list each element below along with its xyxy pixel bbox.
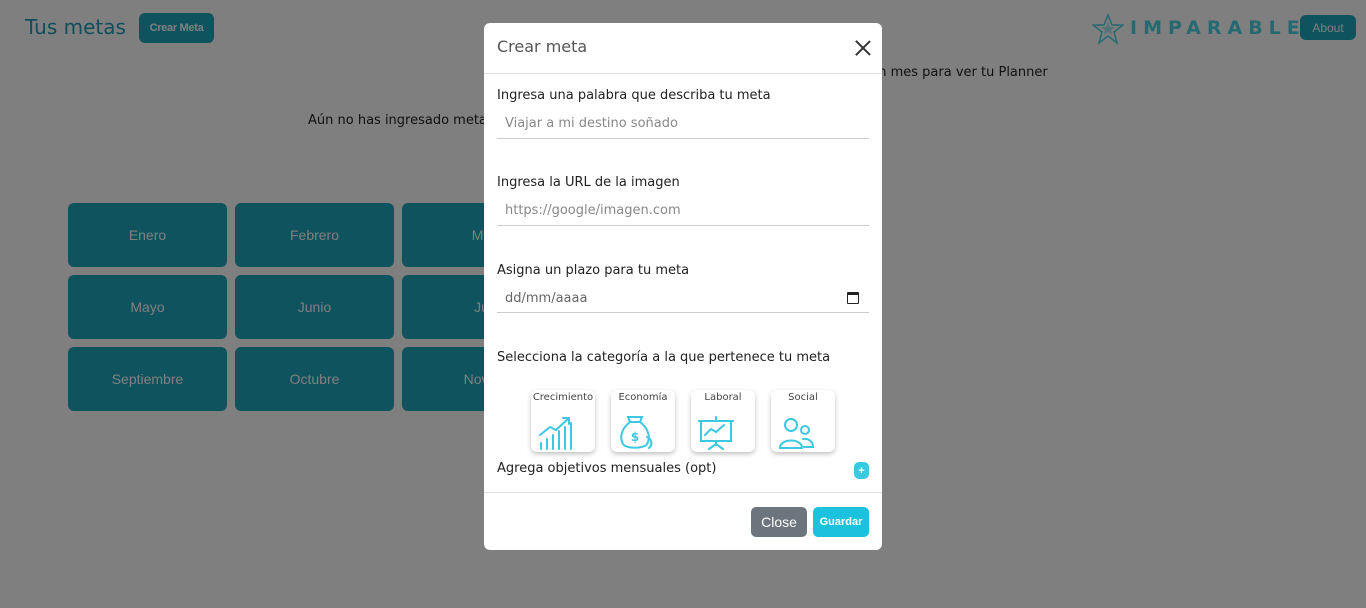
deadline-date-value: dd/mm/aaaa (505, 291, 588, 306)
money-bag-icon: $ (620, 416, 653, 449)
close-icon[interactable] (855, 40, 871, 56)
modal-footer: Close Guardar (484, 492, 882, 550)
svg-text:$: $ (631, 430, 639, 444)
growth-chart-icon (539, 417, 572, 450)
image-url-label: Ingresa la URL de la imagen (497, 175, 680, 190)
image-url-input[interactable] (497, 196, 869, 226)
modal-title: Crear meta (497, 37, 588, 56)
category-label: Selecciona la categoría a la que pertene… (497, 350, 831, 365)
category-crecimiento-label: Crecimiento (532, 392, 594, 403)
category-social[interactable]: Social (771, 390, 835, 452)
modal-header: Crear meta (484, 23, 882, 74)
category-laboral-label: Laboral (704, 392, 742, 403)
category-economia[interactable]: Economía $ (611, 390, 675, 452)
add-objective-button[interactable]: + (854, 462, 869, 479)
calendar-icon[interactable] (847, 292, 859, 304)
category-social-label: Social (788, 392, 818, 403)
close-button[interactable]: Close (751, 507, 807, 537)
category-economia-label: Economía (618, 392, 668, 403)
goal-word-input[interactable] (497, 109, 869, 139)
save-button[interactable]: Guardar (813, 507, 869, 537)
goal-word-label: Ingresa una palabra que describa tu meta (497, 88, 771, 103)
monthly-objectives-label: Agrega objetivos mensuales (opt) (497, 461, 717, 476)
create-goal-modal: Crear meta Ingresa una palabra que descr… (484, 23, 882, 550)
presentation-board-icon (698, 416, 734, 450)
people-icon (778, 418, 815, 449)
category-laboral[interactable]: Laboral (691, 390, 755, 452)
category-crecimiento[interactable]: Crecimiento (531, 390, 595, 452)
deadline-label: Asigna un plazo para tu meta (497, 263, 690, 278)
